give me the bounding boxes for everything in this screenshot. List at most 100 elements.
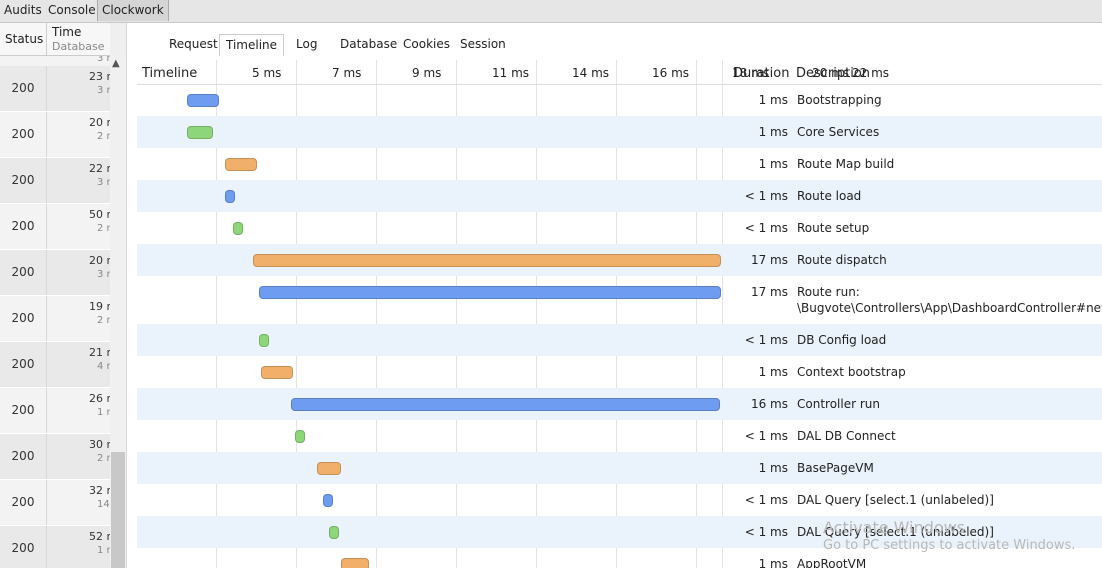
tab-clockwork[interactable]: Clockwork (97, 0, 169, 21)
timeline-bar[interactable] (295, 430, 305, 443)
list-item[interactable]: 200 50 r 2 r (0, 204, 110, 250)
requests-list: 3 r 200 23 r 3 r 200 20 r 2 r 200 22 r 3 r 200 50 r… (0, 56, 110, 568)
table-row[interactable]: < 1 ms Route setup (137, 212, 1102, 244)
scrollbar-thumb[interactable] (111, 452, 125, 568)
tab-cookies[interactable]: Cookies (397, 34, 456, 55)
status-column-header[interactable]: Status (0, 23, 47, 55)
event-description: Core Services (797, 125, 880, 139)
timeline-tick-label: 16 ms (652, 66, 690, 80)
timeline-bar[interactable] (317, 462, 341, 475)
event-description: DAL Query [select.1 (unlabeled)] (797, 525, 994, 539)
request-db-count: 3 r (97, 177, 110, 188)
event-duration: < 1 ms (744, 525, 788, 539)
list-item[interactable]: 200 32 r 14 r (0, 480, 110, 526)
list-item[interactable]: 200 19 r 2 r (0, 296, 110, 342)
request-status: 200 (0, 158, 47, 203)
table-row[interactable]: 1 ms Route Map build (137, 148, 1102, 180)
table-row[interactable]: < 1 ms DAL Query [select.1 (unlabeled)] (137, 516, 1102, 548)
event-description: DAL Query [select.1 (unlabeled)] (797, 493, 994, 507)
request-time: 50 r (89, 208, 110, 221)
timeline-bar[interactable] (259, 286, 721, 299)
database-header-label: Database (52, 40, 105, 53)
event-duration: 17 ms (750, 253, 788, 267)
timeline-bar[interactable] (225, 158, 257, 171)
tab-console[interactable]: Console (44, 0, 100, 21)
table-row[interactable]: < 1 ms DAL Query [select.1 (unlabeled)] (137, 484, 1102, 516)
request-db-count: 1 r (97, 545, 110, 556)
timeline-bar[interactable] (329, 526, 339, 539)
event-description: DB Config load (797, 333, 887, 347)
table-row[interactable]: 1 ms Bootstrapping (137, 84, 1102, 116)
list-item[interactable]: 200 20 r 2 r (0, 112, 110, 158)
timeline-bar[interactable] (225, 190, 235, 203)
duration-column-header: Duration (733, 66, 790, 81)
request-db-count: 3 r (97, 85, 110, 96)
table-row[interactable]: < 1 ms DB Config load (137, 324, 1102, 356)
event-duration: 1 ms (758, 125, 788, 139)
list-item[interactable]: 200 20 r 3 r (0, 250, 110, 296)
event-description: DAL DB Connect (797, 429, 896, 443)
request-status: 200 (0, 434, 47, 479)
description-column-header: Description (796, 66, 871, 81)
timeline-bar[interactable] (291, 398, 720, 411)
request-time: 26 r (89, 392, 110, 405)
timeline-bar[interactable] (187, 94, 219, 107)
timeline-bar[interactable] (233, 222, 243, 235)
table-row[interactable]: 17 ms Route run: \Bugvote\Controllers\App\… (137, 276, 1102, 324)
table-row[interactable]: < 1 ms DAL DB Connect (137, 420, 1102, 452)
status-header-label: Status (5, 32, 44, 46)
table-row[interactable]: 17 ms Route dispatch (137, 244, 1102, 276)
time-column-header[interactable]: Time Database (47, 23, 110, 55)
tab-session[interactable]: Session (454, 34, 512, 55)
request-time: 21 r (89, 346, 110, 359)
request-db-count: 14 r (97, 499, 110, 510)
list-item[interactable]: 200 22 r 3 r (0, 158, 110, 204)
timeline-bar[interactable] (341, 558, 369, 568)
list-item[interactable]: 200 26 r 1 r (0, 388, 110, 434)
list-item[interactable]: 200 23 r 3 r (0, 66, 110, 112)
table-row[interactable]: < 1 ms Route load (137, 180, 1102, 212)
event-description: AppRootVM (797, 557, 867, 568)
event-duration: 1 ms (758, 461, 788, 475)
event-description: BasePageVM (797, 461, 874, 475)
tab-request[interactable]: Request (163, 34, 224, 55)
time-header-label: Time (52, 25, 82, 39)
timeline-bar[interactable] (261, 366, 293, 379)
table-row[interactable]: 1 ms BasePageVM (137, 452, 1102, 484)
list-item[interactable]: 200 21 r 4 r (0, 342, 110, 388)
request-db-count: 2 r (97, 315, 110, 326)
requests-panel: Status Time Database 3 r 200 23 r 3 r 200 20 … (0, 23, 127, 568)
table-row[interactable]: 1 ms Context bootstrap (137, 356, 1102, 388)
list-item[interactable]: 200 52 r 1 r (0, 526, 110, 568)
request-db-count: 2 r (97, 131, 110, 142)
event-duration: 17 ms (750, 285, 788, 299)
request-status: 200 (0, 66, 47, 111)
timeline-bar[interactable] (187, 126, 213, 139)
request-status: 200 (0, 388, 47, 433)
event-duration: 16 ms (750, 397, 788, 411)
timeline-header: Timeline 5 ms 7 ms 9 ms 11 ms 14 ms 16 ms 18 m… (137, 60, 1102, 85)
requests-scrollbar[interactable]: ▲ (110, 56, 126, 568)
tab-timeline[interactable]: Timeline (219, 34, 285, 56)
table-row[interactable]: 16 ms Controller run (137, 388, 1102, 420)
request-status: 200 (0, 526, 47, 568)
tab-audits[interactable]: Audits (0, 0, 46, 21)
table-row[interactable]: 1 ms Core Services (137, 116, 1102, 148)
event-description: Route Map build (797, 157, 895, 171)
devtools-tab-bar: Audits Console Clockwork (0, 0, 1102, 23)
event-description: Context bootstrap (797, 365, 906, 379)
timeline-bar[interactable] (259, 334, 269, 347)
table-row[interactable]: 1 ms AppRootVM (137, 548, 1102, 568)
timeline-bar[interactable] (253, 254, 721, 267)
event-description: Route dispatch (797, 253, 887, 267)
clockwork-tab-bar: Request Timeline Log Database Cookies Se… (127, 23, 1102, 56)
timeline-tick-label: 7 ms (332, 66, 362, 80)
list-item[interactable]: 200 30 r 2 r (0, 434, 110, 480)
timeline-bar[interactable] (323, 494, 333, 507)
scroll-up-icon[interactable]: ▲ (112, 58, 120, 69)
request-status: 200 (0, 296, 47, 341)
tab-log[interactable]: Log (290, 34, 323, 55)
event-description: Route setup (797, 221, 870, 235)
tab-database[interactable]: Database (334, 34, 403, 55)
timeline-column-header: Timeline (142, 66, 198, 81)
